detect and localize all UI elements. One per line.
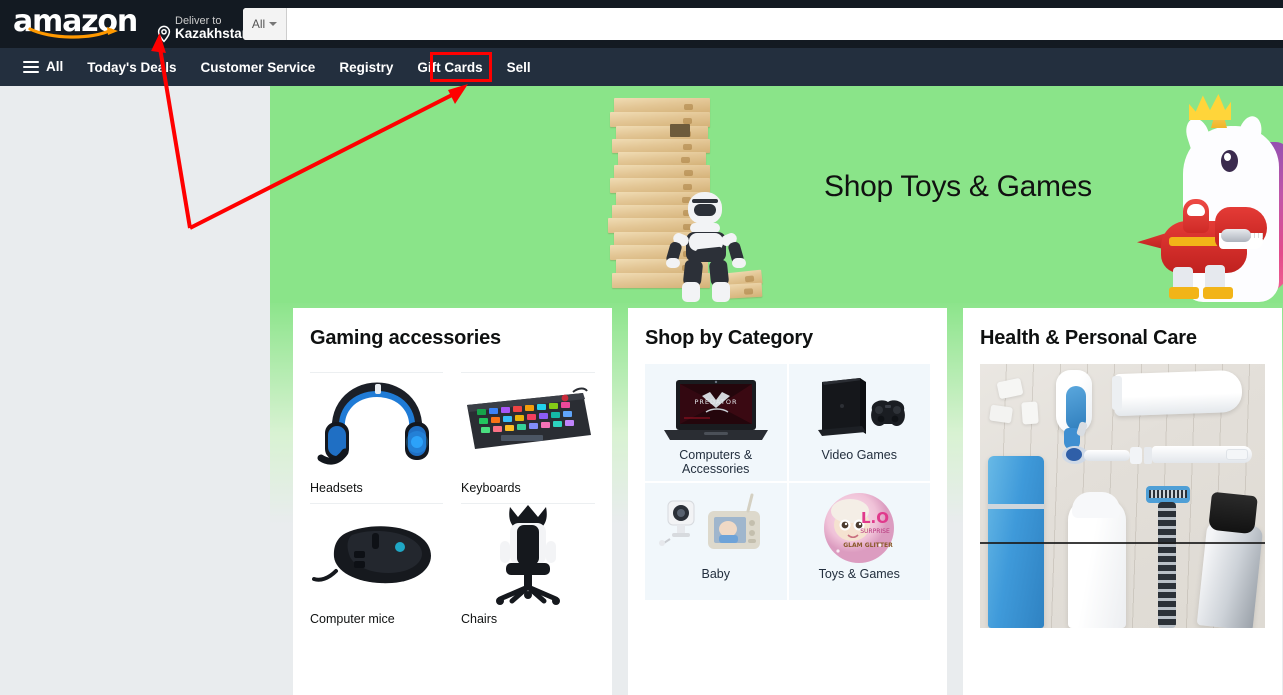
dino-arm-cannon xyxy=(1221,229,1251,242)
hamburger-icon xyxy=(23,58,39,76)
dino-foot-left xyxy=(1169,287,1199,299)
card-gaming-accessories: Gaming accessories Headsets Keyboards Co… xyxy=(293,308,612,695)
card-title-gaming: Gaming accessories xyxy=(310,327,501,349)
card-health-personal-care: Health & Personal Care xyxy=(963,308,1282,695)
deliver-to-country: Kazakhstan xyxy=(175,26,251,42)
search-category-label: All xyxy=(251,17,266,31)
mouse-image xyxy=(310,503,443,601)
nav-label-gift-cards: Gift Cards xyxy=(417,59,483,75)
page-root: amazon Deliver to Kazakhstan All All Tod… xyxy=(0,0,1283,695)
soap-cube-2 xyxy=(988,404,1014,424)
svg-text:SURPRISE: SURPRISE xyxy=(860,528,890,535)
hero-banner[interactable]: Shop Toys & Games xyxy=(270,86,1283,303)
card-shop-by-category: Shop by Category PREDATOR Computers & Ac… xyxy=(628,308,947,695)
health-products-image[interactable] xyxy=(980,364,1265,628)
tile-video-games[interactable]: Video Games xyxy=(788,364,930,481)
deliver-to-selector[interactable]: Deliver to Kazakhstan xyxy=(150,4,256,44)
laptop-image: PREDATOR xyxy=(658,372,774,446)
keyboard-image xyxy=(461,372,595,470)
nav-label-customer-service: Customer Service xyxy=(200,59,316,75)
cream-tube-cap xyxy=(1112,376,1122,410)
sub-navigation: All Today's Deals Customer Service Regis… xyxy=(0,48,1283,86)
blue-bottle-band xyxy=(988,504,1044,509)
search-bar: All xyxy=(243,8,1283,40)
sidebar-item-all[interactable]: All xyxy=(18,52,75,82)
main-content: Shop Toys & Games Gaming accessories Hea… xyxy=(270,86,1283,695)
nav-item-todays-deals[interactable]: Today's Deals xyxy=(75,54,188,81)
tile-toys-games[interactable]: L.O SURPRISE GLAM GLITTER Toys & Games xyxy=(788,483,930,600)
toothbrush-bristles xyxy=(1066,448,1082,461)
location-pin-icon xyxy=(156,25,172,43)
tile-computers-accessories[interactable]: PREDATOR Computers & Accessories xyxy=(645,364,787,481)
gaming-label-headsets: Headsets xyxy=(310,481,363,495)
headset-image xyxy=(310,372,443,470)
dino-foot-right xyxy=(1203,287,1233,299)
dino-gold-stripe xyxy=(1169,237,1221,246)
search-category-dropdown[interactable]: All xyxy=(243,8,287,40)
grid-cell-computer-mice[interactable]: Computer mice xyxy=(310,495,443,626)
toothbrush-band-2 xyxy=(1144,447,1152,464)
toothbrush-grip xyxy=(1226,449,1248,460)
lol-doll-image: L.O SURPRISE GLAM GLITTER xyxy=(822,491,896,565)
cream-tube xyxy=(1113,369,1243,417)
svg-text:PREDATOR: PREDATOR xyxy=(694,398,737,406)
top-header: amazon Deliver to Kazakhstan All xyxy=(0,0,1283,48)
tile-label-video-games: Video Games xyxy=(821,448,897,462)
hero-title: Shop Toys & Games xyxy=(824,170,1092,203)
soap-cube-3 xyxy=(1021,401,1039,425)
deodorant-cap xyxy=(1072,492,1120,518)
chair-image xyxy=(461,503,595,605)
card-row: Gaming accessories Headsets Keyboards Co… xyxy=(293,308,1283,695)
baby-monitor-image xyxy=(656,491,776,565)
razor-handle xyxy=(1158,502,1176,628)
silver-spray-body xyxy=(1196,521,1264,628)
toothbrush-handle xyxy=(1084,450,1130,461)
tile-label-toys-games: Toys & Games xyxy=(818,567,900,581)
unicorn-eye xyxy=(1221,150,1238,172)
card-title-category: Shop by Category xyxy=(645,327,813,349)
nav-label-todays-deals: Today's Deals xyxy=(87,59,177,75)
tile-label-computers: Computers & Accessories xyxy=(679,448,753,476)
table-seam xyxy=(980,542,1265,544)
grid-cell-headsets[interactable]: Headsets xyxy=(310,364,443,495)
red-dino-toy-image xyxy=(1137,193,1267,303)
toothbrush-band-1 xyxy=(1130,447,1142,464)
console-image xyxy=(804,372,914,446)
svg-text:L.O: L.O xyxy=(861,509,889,527)
gaming-label-computer-mice: Computer mice xyxy=(310,612,395,626)
left-gutter xyxy=(0,86,270,695)
unicorn-crown xyxy=(1189,94,1231,120)
amazon-logo[interactable]: amazon xyxy=(13,4,138,44)
nav-label-registry: Registry xyxy=(339,59,394,75)
svg-text:GLAM GLITTER: GLAM GLITTER xyxy=(844,542,894,549)
nav-item-registry[interactable]: Registry xyxy=(327,54,405,81)
grid-cell-keyboards[interactable]: Keyboards xyxy=(461,364,595,495)
nav-item-gift-cards[interactable]: Gift Cards xyxy=(405,54,494,81)
search-input[interactable] xyxy=(287,8,1283,40)
gaming-label-keyboards: Keyboards xyxy=(461,481,521,495)
stormtrooper-figure-image xyxy=(665,192,750,302)
tile-label-baby: Baby xyxy=(701,567,731,581)
silver-spray-cap xyxy=(1208,491,1258,535)
razor-blades xyxy=(1149,490,1187,498)
nav-item-sell[interactable]: Sell xyxy=(495,54,543,81)
tile-baby[interactable]: Baby xyxy=(645,483,787,600)
card-title-health: Health & Personal Care xyxy=(980,327,1197,349)
amazon-smile-icon xyxy=(28,26,120,39)
deliver-to-text: Deliver to Kazakhstan xyxy=(175,15,251,44)
gaming-grid: Headsets Keyboards Computer mice Chairs xyxy=(310,364,595,626)
grid-cell-chairs[interactable]: Chairs xyxy=(461,495,595,626)
nav-label-sell: Sell xyxy=(506,59,531,75)
nav-label-all: All xyxy=(46,59,64,75)
category-tiles: PREDATOR Computers & Accessories Video G… xyxy=(645,364,930,600)
nav-item-customer-service[interactable]: Customer Service xyxy=(189,54,328,81)
gaming-label-chairs: Chairs xyxy=(461,612,498,626)
dino-rider xyxy=(1183,199,1209,233)
chevron-down-icon xyxy=(269,22,278,26)
